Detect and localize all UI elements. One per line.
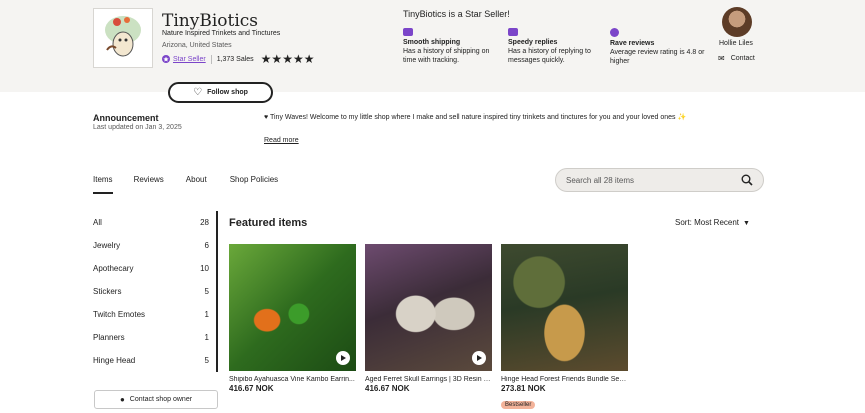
announcement-text: ♥ Tiny Waves! Welcome to my little shop …: [264, 114, 687, 121]
envelope-icon: [508, 28, 518, 36]
listing-card[interactable]: Aged Ferret Skull Earrings | 3D Resin P.…: [365, 244, 492, 393]
search-input[interactable]: Search all 28 items: [555, 168, 764, 192]
listing-price: 416.67 NOK: [229, 384, 274, 393]
announcement-title: Announcement: [93, 113, 159, 123]
contact-label: Contact: [730, 55, 755, 62]
bestseller-badge: Bestseller: [501, 401, 536, 409]
listing-image[interactable]: [229, 244, 356, 371]
tab-items[interactable]: Items: [93, 175, 113, 194]
mail-icon: ✉: [718, 54, 725, 63]
sort-label: Sort: Most Recent: [675, 218, 740, 227]
listing-title[interactable]: Hinge Head Forest Friends Bundle Set ...: [501, 376, 628, 383]
feature-desc: Has a history of replying to messages qu…: [508, 48, 591, 64]
contact-shop-owner-button[interactable]: ● Contact shop owner: [94, 390, 218, 409]
chat-icon: ●: [119, 395, 125, 404]
owner-avatar[interactable]: [722, 7, 752, 37]
shop-tagline: Nature Inspired Trinkets and Tinctures: [162, 30, 281, 37]
truck-icon: [403, 28, 413, 36]
follow-shop-button[interactable]: ♡ Follow shop: [168, 82, 273, 103]
listing-price: 273.81 NOK: [501, 384, 546, 393]
category-count: 28: [200, 218, 209, 227]
listing-price: 416.67 NOK: [365, 384, 410, 393]
category-count: 6: [204, 241, 209, 250]
feature-title: Speedy replies: [508, 39, 558, 46]
listing-title[interactable]: Shipibo Ayahuasca Vine Kambo Earrin...: [229, 376, 356, 383]
tab-shop-policies[interactable]: Shop Policies: [230, 175, 278, 194]
category-jewelry[interactable]: Jewelry 6: [93, 234, 216, 257]
divider: [210, 54, 212, 64]
follow-shop-label: Follow shop: [207, 89, 248, 96]
star-seller-link[interactable]: Star Seller: [173, 56, 206, 63]
tab-reviews[interactable]: Reviews: [134, 175, 164, 194]
listing-card[interactable]: Hinge Head Forest Friends Bundle Set ...…: [501, 244, 628, 411]
category-planners[interactable]: Planners 1: [93, 326, 216, 349]
search-placeholder: Search all 28 items: [566, 175, 635, 185]
sort-dropdown[interactable]: Sort: Most Recent ▼: [675, 218, 750, 227]
rating-stars[interactable]: ★★★★★: [261, 52, 315, 66]
play-icon[interactable]: [472, 351, 486, 365]
listing-image[interactable]: [365, 244, 492, 371]
category-twitch-emotes[interactable]: Twitch Emotes 1: [93, 303, 216, 326]
shop-meta-row: Star Seller 1,373 Sales ★★★★★: [162, 52, 314, 66]
star-badge-icon: [610, 28, 619, 37]
tab-about[interactable]: About: [186, 175, 207, 194]
category-label: Hinge Head: [93, 356, 136, 365]
heart-icon: ♡: [193, 87, 203, 98]
category-hinge-head[interactable]: Hinge Head 5: [93, 349, 216, 372]
announcement-date: Last updated on Jan 3, 2025: [93, 124, 182, 131]
category-label: Apothecary: [93, 264, 134, 273]
sales-count: 1,373 Sales: [216, 55, 254, 63]
star-seller-title: TinyBiotics is a Star Seller!: [403, 9, 510, 19]
category-label: Twitch Emotes: [93, 310, 146, 319]
contact-shop-owner-label: Contact shop owner: [129, 396, 193, 403]
feature-desc: Has a history of shipping on time with t…: [403, 48, 490, 64]
listing-card[interactable]: Shipibo Ayahuasca Vine Kambo Earrin... 4…: [229, 244, 356, 393]
category-count: 1: [204, 333, 209, 342]
category-apothecary[interactable]: Apothecary 10: [93, 257, 216, 280]
contact-owner-link[interactable]: ✉ Contact: [718, 54, 755, 63]
category-count: 5: [204, 356, 209, 365]
shop-location: Arizona, United States: [162, 42, 232, 49]
feature-speedy-replies: Speedy replies Has a history of replying…: [508, 28, 604, 65]
read-more-link[interactable]: Read more: [264, 137, 299, 144]
search-icon[interactable]: [741, 174, 753, 186]
listing-image[interactable]: [501, 244, 628, 371]
category-label: Planners: [93, 333, 125, 342]
featured-items-title: Featured items: [229, 217, 308, 229]
owner-name[interactable]: Hollie Liles: [719, 40, 753, 47]
category-all[interactable]: All 28: [93, 211, 216, 234]
feature-smooth-shipping: Smooth shipping Has a history of shippin…: [403, 28, 499, 65]
category-count: 10: [200, 264, 209, 273]
category-label: Jewelry: [93, 241, 121, 250]
feature-title: Rave reviews: [610, 40, 655, 47]
category-label: All: [93, 218, 102, 227]
feature-rave-reviews: Rave reviews Average review rating is 4.…: [610, 28, 706, 66]
listing-title[interactable]: Aged Ferret Skull Earrings | 3D Resin P.…: [365, 376, 492, 383]
category-list: All 28 Jewelry 6 Apothecary 10 Stickers 5 Tw…: [93, 211, 218, 372]
star-seller-icon: [162, 55, 170, 63]
feature-desc: Average review rating is 4.8 or higher: [610, 49, 705, 65]
shop-logo[interactable]: [93, 8, 153, 68]
category-stickers[interactable]: Stickers 5: [93, 280, 216, 303]
category-count: 5: [204, 287, 209, 296]
category-count: 1: [204, 310, 209, 319]
feature-title: Smooth shipping: [403, 39, 461, 46]
category-label: Stickers: [93, 287, 122, 296]
play-icon[interactable]: [336, 351, 350, 365]
shop-tabs: Items Reviews About Shop Policies: [93, 175, 278, 194]
caret-down-icon: ▼: [743, 220, 750, 227]
shop-name: TinyBiotics: [162, 11, 259, 31]
